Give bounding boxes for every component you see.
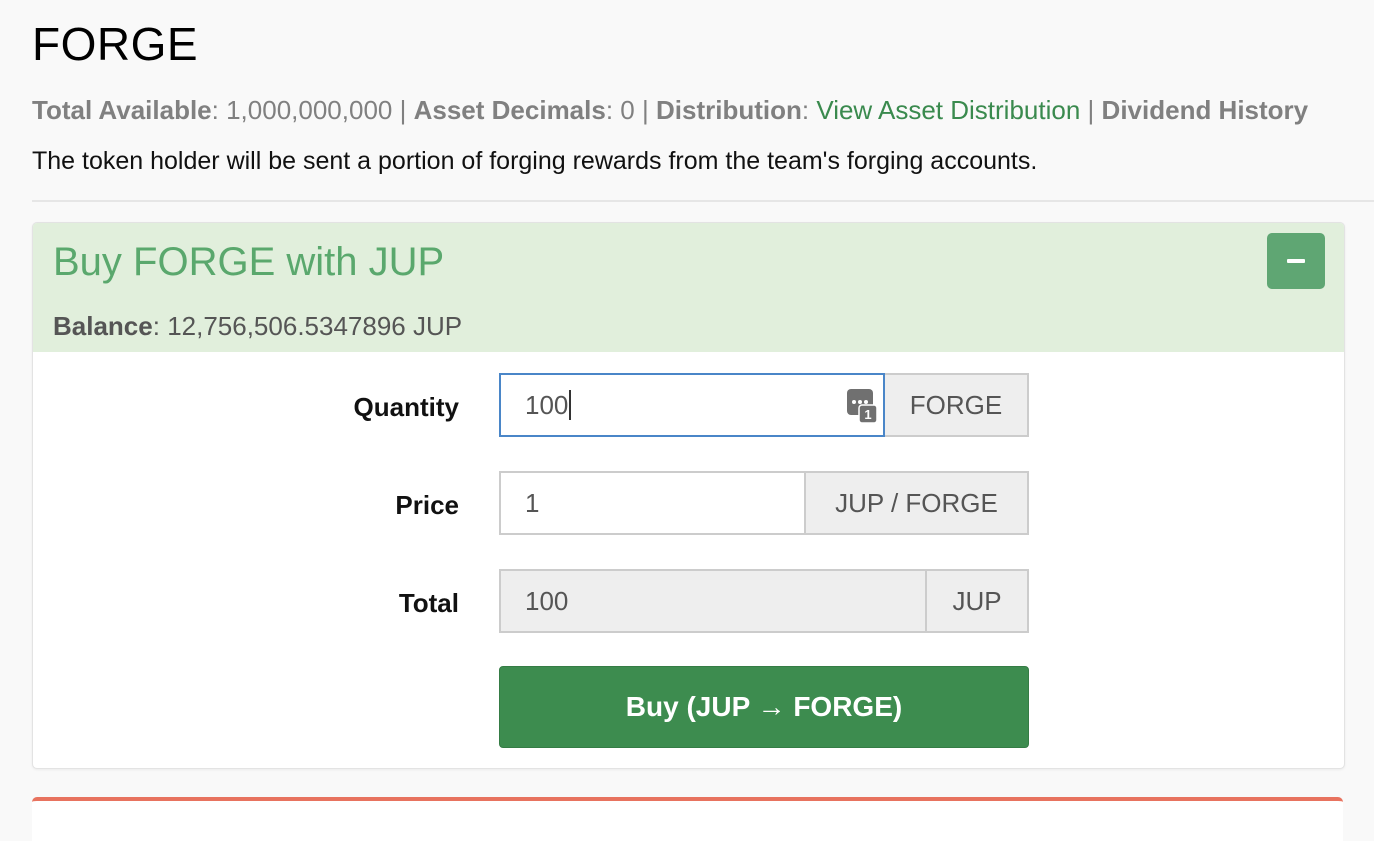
- quantity-value: 100: [525, 389, 569, 420]
- total-available-value: 1,000,000,000: [226, 95, 393, 125]
- balance-label: Balance: [53, 311, 153, 341]
- buy-button[interactable]: Buy (JUP → FORGE): [499, 666, 1029, 748]
- total-label: Total: [398, 588, 459, 618]
- view-asset-distribution-link[interactable]: View Asset Distribution: [816, 95, 1080, 125]
- quantity-input[interactable]: 100 1: [499, 373, 885, 437]
- price-label: Price: [395, 490, 459, 520]
- buy-panel-header: Buy FORGE with JUP Balance: 12,756,506.5…: [33, 223, 1344, 352]
- total-available-label: Total Available: [32, 95, 212, 125]
- asset-decimals-value: 0: [620, 95, 635, 125]
- distribution-label: Distribution: [656, 95, 802, 125]
- asset-description: The token holder will be sent a portion …: [32, 147, 1038, 175]
- asset-decimals-label: Asset Decimals: [413, 95, 606, 125]
- dividend-history-label[interactable]: Dividend History: [1102, 95, 1309, 125]
- minus-icon: [1287, 259, 1305, 263]
- buy-panel-title: Buy FORGE with JUP: [53, 240, 445, 284]
- text-caret: [569, 390, 572, 420]
- divider: [32, 200, 1374, 202]
- price-input[interactable]: 1: [499, 471, 806, 535]
- buy-panel: Buy FORGE with JUP Balance: 12,756,506.5…: [32, 222, 1345, 769]
- page-title: FORGE: [32, 18, 199, 70]
- total-input-group: 100 JUP: [499, 569, 1029, 633]
- quantity-label: Quantity: [353, 392, 459, 422]
- asset-meta-line: Total Available: 1,000,000,000 | Asset D…: [32, 95, 1309, 125]
- total-unit-addon: JUP: [927, 569, 1029, 633]
- total-input: 100: [499, 569, 927, 633]
- price-value: 1: [525, 487, 540, 518]
- quantity-input-group: 100 1 FORGE: [499, 373, 1029, 437]
- password-manager-icon[interactable]: 1: [847, 389, 877, 423]
- balance-value: 12,756,506.5347896 JUP: [167, 311, 463, 341]
- password-manager-badge: 1: [864, 407, 871, 422]
- price-unit-addon: JUP / FORGE: [806, 471, 1029, 535]
- sell-panel-edge: [32, 797, 1343, 841]
- price-input-group: 1 JUP / FORGE: [499, 471, 1029, 535]
- balance: Balance: 12,756,506.5347896 JUP: [53, 311, 463, 341]
- quantity-unit-addon: FORGE: [885, 373, 1029, 437]
- collapse-button[interactable]: [1267, 233, 1325, 289]
- total-value: 100: [525, 585, 569, 616]
